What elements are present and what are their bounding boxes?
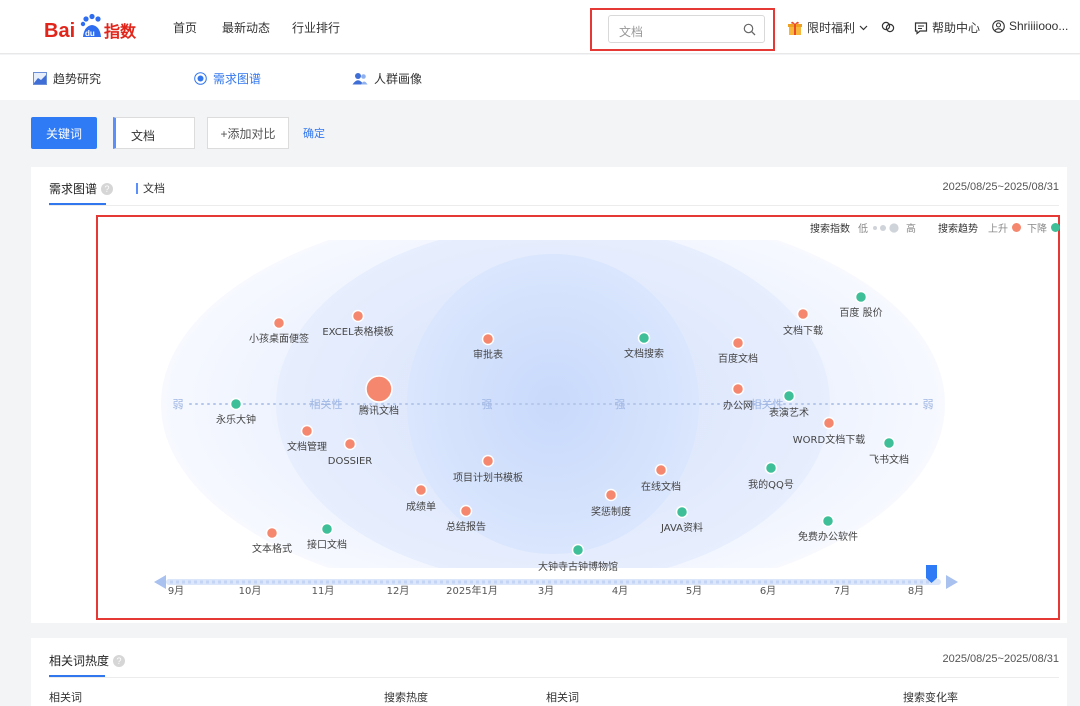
related-heat-title-text: 相关词热度 [49, 654, 110, 668]
legend-up: 上升 [988, 224, 1008, 235]
column-header-related-word: 相关词 [49, 692, 82, 704]
legend-low: 低 [858, 224, 868, 235]
search-index-legend: 搜索指数 低 高 [810, 220, 916, 235]
legend-trend-label: 搜索趋势 [938, 224, 978, 235]
column-header-change-rate: 搜索变化率 [903, 692, 958, 704]
chart-highlight-frame [96, 215, 1060, 620]
question-icon[interactable]: ? [113, 654, 126, 667]
legend-index-label: 搜索指数 [810, 224, 850, 235]
column-header-related-word-2: 相关词 [546, 692, 579, 704]
legend-high: 高 [906, 224, 916, 235]
column-header-search-heat: 搜索热度 [384, 692, 428, 704]
size-scale-icon [873, 222, 899, 233]
search-trend-legend: 搜索趋势 上升 下降 [938, 220, 1060, 235]
down-dot-icon [1051, 223, 1060, 232]
legend-down: 下降 [1027, 224, 1047, 235]
divider [49, 677, 1059, 678]
up-dot-icon [1012, 223, 1021, 232]
date-range: 2025/08/25~2025/08/31 [942, 653, 1059, 665]
related-heat-card: 相关词热度 ? 2025/08/25~2025/08/31 相关词 搜索热度 相… [31, 638, 1067, 706]
related-heat-title: 相关词热度 ? [49, 652, 126, 669]
